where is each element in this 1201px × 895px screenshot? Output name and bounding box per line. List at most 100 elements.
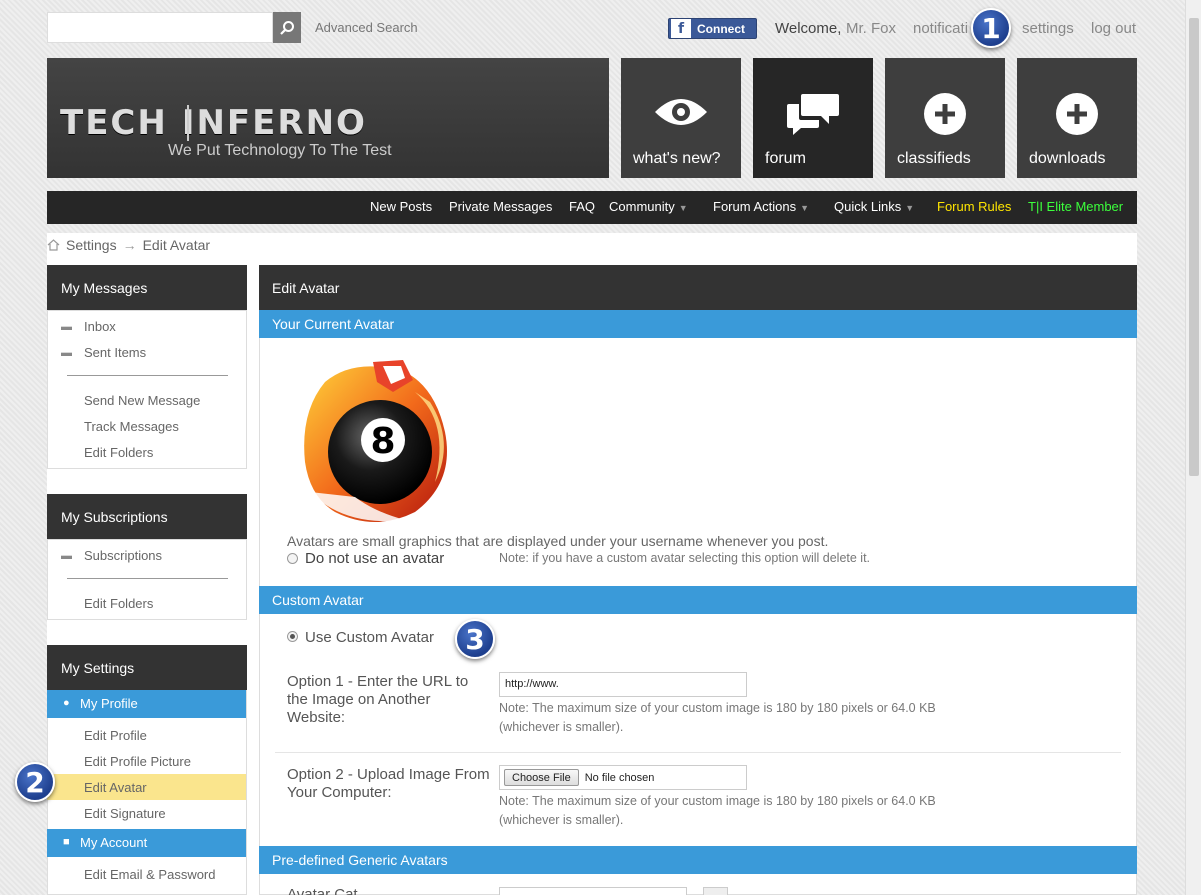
- option2-label-line: Option 2 - Upload Image From: [287, 766, 490, 783]
- chevron-down-icon: ▼: [905, 203, 915, 213]
- plus-circle-icon: [1056, 93, 1098, 135]
- size-note-line: Note: The maximum size of your custom im…: [499, 701, 936, 715]
- sidebar-divider: [67, 375, 228, 376]
- eye-icon: [655, 99, 707, 125]
- section-predefined-avatars: Pre-defined Generic Avatars: [259, 846, 1137, 874]
- sidebar-item-subscriptions[interactable]: Subscriptions: [84, 548, 162, 563]
- nav-forum-actions-label: Forum Actions: [713, 199, 797, 214]
- tile-whats-new[interactable]: what's new?: [621, 58, 741, 178]
- folder-icon: ▬: [61, 321, 72, 333]
- breadcrumb-settings[interactable]: Settings: [66, 237, 117, 253]
- tile-label: classifieds: [897, 150, 971, 167]
- svg-text:8: 8: [370, 421, 395, 462]
- divider: [275, 752, 1121, 753]
- username-link[interactable]: Mr. Fox: [846, 20, 896, 37]
- option1-label-line: Website:: [287, 709, 346, 726]
- plus-circle-icon: [924, 93, 966, 135]
- welcome-text: Welcome,: [775, 20, 842, 37]
- logout-link[interactable]: log out: [1091, 20, 1136, 37]
- vertical-scrollbar[interactable]: [1185, 0, 1201, 895]
- no-avatar-label[interactable]: Do not use an avatar: [305, 550, 444, 567]
- tile-label: what's new?: [633, 150, 721, 167]
- sidebar-item-sent-items[interactable]: Sent Items: [84, 345, 146, 360]
- chevron-down-icon: ▼: [678, 203, 688, 213]
- choose-file-button[interactable]: Choose File: [504, 769, 579, 786]
- tile-downloads[interactable]: downloads: [1017, 58, 1137, 178]
- scrollbar-thumb[interactable]: [1189, 18, 1199, 476]
- no-avatar-note: Note: if you have a custom avatar select…: [499, 551, 871, 565]
- sidebar-item-edit-avatar[interactable]: Edit Avatar: [84, 780, 147, 795]
- site-tagline: We Put Technology To The Test: [168, 142, 392, 159]
- size-note-line: (whichever is smaller).: [499, 813, 624, 827]
- sidebar-heading-my-subscriptions: My Subscriptions: [47, 494, 247, 539]
- sidebar-item-edit-folders-2[interactable]: Edit Folders: [84, 596, 153, 611]
- sidebar-item-edit-folders[interactable]: Edit Folders: [84, 445, 153, 460]
- search-icon: [280, 20, 294, 35]
- use-custom-avatar-radio[interactable]: [287, 631, 298, 642]
- breadcrumb-current: Edit Avatar: [142, 237, 211, 253]
- option2-label-line: Your Computer:: [287, 784, 392, 801]
- no-file-text: No file chosen: [584, 771, 655, 784]
- use-custom-avatar-label[interactable]: Use Custom Avatar: [305, 629, 434, 646]
- settings-link[interactable]: settings: [1022, 20, 1074, 37]
- option2-size-note: Note: The maximum size of your custom im…: [499, 792, 936, 830]
- home-icon[interactable]: [47, 239, 60, 251]
- search-input[interactable]: [47, 12, 273, 43]
- facebook-connect-button[interactable]: f Connect: [668, 18, 757, 39]
- logo-text-right: INFERNO: [181, 103, 367, 143]
- nav-community-label: Community: [609, 199, 675, 214]
- nav-private-messages[interactable]: Private Messages: [449, 199, 552, 214]
- current-avatar-image: 8: [285, 352, 467, 534]
- logo-text: TECH INFERNO: [60, 103, 367, 143]
- nav-quick-links-label: Quick Links: [834, 199, 902, 214]
- folder-icon: ▬: [61, 347, 72, 359]
- sidebar-item-edit-profile[interactable]: Edit Profile: [84, 728, 147, 743]
- avatar-file-upload[interactable]: Choose File No file chosen: [499, 765, 747, 790]
- nav-quick-links[interactable]: Quick Links ▼: [834, 199, 914, 214]
- facebook-icon: f: [671, 19, 691, 38]
- no-avatar-radio[interactable]: [287, 553, 298, 564]
- avatar-description: Avatars are small graphics that are disp…: [287, 533, 829, 549]
- sidebar-group-my-account[interactable]: ■ My Account: [47, 829, 246, 857]
- sidebar-item-edit-profile-picture[interactable]: Edit Profile Picture: [84, 754, 191, 769]
- fox-eight-ball-avatar: 8: [304, 360, 447, 522]
- avatar-category-go-button[interactable]: [703, 887, 728, 895]
- avatar-url-input[interactable]: http://www.: [499, 672, 747, 697]
- facebook-connect-label: Connect: [697, 21, 745, 36]
- option1-label-line: Option 1 - Enter the URL to: [287, 673, 469, 690]
- section-custom-avatar: Custom Avatar: [259, 586, 1137, 614]
- nav-forum-actions[interactable]: Forum Actions ▼: [713, 199, 809, 214]
- option1-label: Option 1 - Enter the URL to the Image on…: [287, 673, 468, 727]
- callout-marker-2: 2: [15, 762, 55, 802]
- sidebar-heading-my-settings: My Settings: [47, 645, 247, 690]
- chevron-down-icon: ▼: [800, 203, 810, 213]
- option1-size-note: Note: The maximum size of your custom im…: [499, 699, 936, 737]
- tile-classifieds[interactable]: classifieds: [885, 58, 1005, 178]
- option2-label: Option 2 - Upload Image From Your Comput…: [287, 766, 490, 802]
- search-button[interactable]: [273, 12, 301, 43]
- sidebar-item-edit-email-password[interactable]: Edit Email & Password: [84, 867, 216, 882]
- nav-forum-rules[interactable]: Forum Rules: [937, 199, 1011, 214]
- tile-label: forum: [765, 150, 806, 167]
- sidebar-item-send-new-message[interactable]: Send New Message: [84, 393, 200, 408]
- lock-icon: ■: [63, 836, 70, 848]
- nav-elite-member[interactable]: T|I Elite Member: [1028, 199, 1123, 214]
- callout-marker-1: 1: [971, 8, 1011, 48]
- arrow-right-icon: →: [122, 237, 137, 253]
- nav-faq[interactable]: FAQ: [569, 199, 595, 214]
- nav-community[interactable]: Community ▼: [609, 199, 688, 214]
- sidebar-item-edit-signature[interactable]: Edit Signature: [84, 806, 166, 821]
- nav-new-posts[interactable]: New Posts: [370, 199, 432, 214]
- sidebar-divider: [67, 578, 228, 579]
- sidebar-item-track-messages[interactable]: Track Messages: [84, 419, 179, 434]
- sidebar-item-inbox[interactable]: Inbox: [84, 319, 116, 334]
- size-note-line: Note: The maximum size of your custom im…: [499, 794, 936, 808]
- logo-divider: [187, 105, 189, 141]
- chat-bubbles-icon: [787, 94, 839, 135]
- avatar-category-select[interactable]: [499, 887, 687, 895]
- sidebar-group-my-profile[interactable]: ● My Profile: [47, 690, 246, 718]
- tile-forum[interactable]: forum: [753, 58, 873, 178]
- notifications-link[interactable]: notificati: [913, 20, 968, 37]
- advanced-search-link[interactable]: Advanced Search: [315, 20, 418, 35]
- section-current-avatar: Your Current Avatar: [259, 310, 1137, 338]
